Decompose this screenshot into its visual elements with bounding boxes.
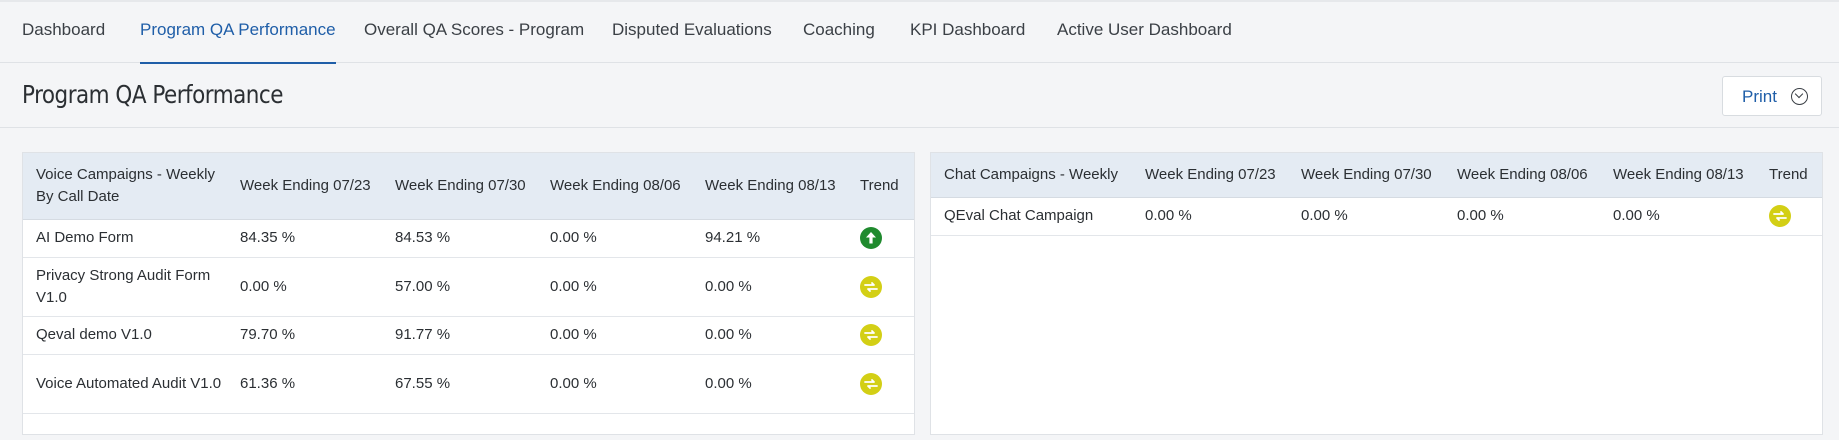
column-header-week-3: Week Ending 08/06 — [1444, 153, 1600, 198]
arrows-swap-icon — [860, 324, 882, 347]
column-header-campaign: Chat Campaigns - Weekly — [931, 153, 1132, 198]
score-cell: 57.00 % — [382, 257, 537, 317]
table-row: AI Demo Form 84.35 % 84.53 % 0.00 % 94.2… — [23, 219, 914, 258]
chevron-down-icon[interactable] — [1791, 88, 1808, 105]
voice-campaigns-panel: Voice Campaigns - Weekly By Call Date We… — [22, 152, 915, 435]
trend-cell — [847, 257, 914, 317]
arrows-swap-icon — [1769, 205, 1791, 228]
tab-dashboard[interactable]: Dashboard — [22, 2, 105, 63]
column-header-campaign: Voice Campaigns - Weekly By Call Date — [23, 153, 227, 220]
tab-program-qa-performance[interactable]: Program QA Performance — [140, 2, 336, 64]
score-cell: 0.00 % — [537, 219, 692, 258]
score-cell: 67.55 % — [382, 354, 537, 414]
print-button-label: Print — [1742, 87, 1777, 106]
column-header-week-4: Week Ending 08/13 — [1600, 153, 1756, 198]
score-cell: 0.00 % — [537, 257, 692, 317]
campaign-name: AI Demo Form — [23, 219, 227, 258]
chat-campaigns-panel: Chat Campaigns - Weekly Week Ending 07/2… — [930, 152, 1823, 435]
table-row: Privacy Strong Audit Form V1.0 0.00 % 57… — [23, 257, 914, 317]
tab-overall-qa-scores-program[interactable]: Overall QA Scores - Program — [364, 2, 584, 63]
page-title: Program QA Performance — [22, 80, 283, 109]
trend-cell — [847, 354, 914, 414]
chat-campaigns-table: Chat Campaigns - Weekly Week Ending 07/2… — [931, 153, 1822, 236]
score-cell: 0.00 % — [1288, 197, 1444, 236]
score-cell: 84.35 % — [227, 219, 382, 258]
column-header-week-2: Week Ending 07/30 — [382, 153, 537, 220]
column-header-week-2: Week Ending 07/30 — [1288, 153, 1444, 198]
voice-campaigns-table: Voice Campaigns - Weekly By Call Date We… — [23, 153, 914, 414]
top-navigation: Dashboard Program QA Performance Overall… — [0, 0, 1839, 64]
score-cell: 91.77 % — [382, 316, 537, 355]
table-row: QEval Chat Campaign 0.00 % 0.00 % 0.00 %… — [931, 197, 1822, 236]
score-cell: 94.21 % — [692, 219, 847, 258]
column-header-week-3: Week Ending 08/06 — [537, 153, 692, 220]
arrows-swap-icon — [860, 275, 882, 298]
score-cell: 0.00 % — [1600, 197, 1756, 236]
score-cell: 0.00 % — [1444, 197, 1600, 236]
campaign-name: Voice Automated Audit V1.0 — [23, 354, 227, 414]
column-header-trend: Trend — [847, 153, 914, 220]
campaign-name: Privacy Strong Audit Form V1.0 — [23, 257, 227, 317]
arrow-up-icon — [860, 227, 882, 250]
trend-cell — [847, 219, 914, 258]
print-button[interactable]: Print — [1722, 76, 1822, 116]
column-header-trend: Trend — [1756, 153, 1822, 198]
column-header-week-4: Week Ending 08/13 — [692, 153, 847, 220]
score-cell: 0.00 % — [537, 354, 692, 414]
score-cell: 61.36 % — [227, 354, 382, 414]
page-header: Program QA Performance Print — [0, 63, 1839, 128]
score-cell: 84.53 % — [382, 219, 537, 258]
campaign-name: QEval Chat Campaign — [931, 197, 1132, 236]
tab-coaching[interactable]: Coaching — [803, 2, 875, 63]
tab-disputed-evaluations[interactable]: Disputed Evaluations — [612, 2, 772, 63]
tab-active-user-dashboard[interactable]: Active User Dashboard — [1057, 2, 1232, 63]
score-cell: 0.00 % — [227, 257, 382, 317]
column-header-week-1: Week Ending 07/23 — [1132, 153, 1288, 198]
score-cell: 0.00 % — [692, 354, 847, 414]
score-cell: 0.00 % — [692, 316, 847, 355]
tab-kpi-dashboard[interactable]: KPI Dashboard — [910, 2, 1025, 63]
score-cell: 79.70 % — [227, 316, 382, 355]
trend-cell — [847, 316, 914, 355]
table-row: Qeval demo V1.0 79.70 % 91.77 % 0.00 % 0… — [23, 316, 914, 355]
score-cell: 0.00 % — [537, 316, 692, 355]
score-cell: 0.00 % — [1132, 197, 1288, 236]
table-row: Voice Automated Audit V1.0 61.36 % 67.55… — [23, 354, 914, 414]
campaign-name: Qeval demo V1.0 — [23, 316, 227, 355]
arrows-swap-icon — [860, 372, 882, 395]
column-header-week-1: Week Ending 07/23 — [227, 153, 382, 220]
trend-cell — [1756, 197, 1822, 236]
score-cell: 0.00 % — [692, 257, 847, 317]
